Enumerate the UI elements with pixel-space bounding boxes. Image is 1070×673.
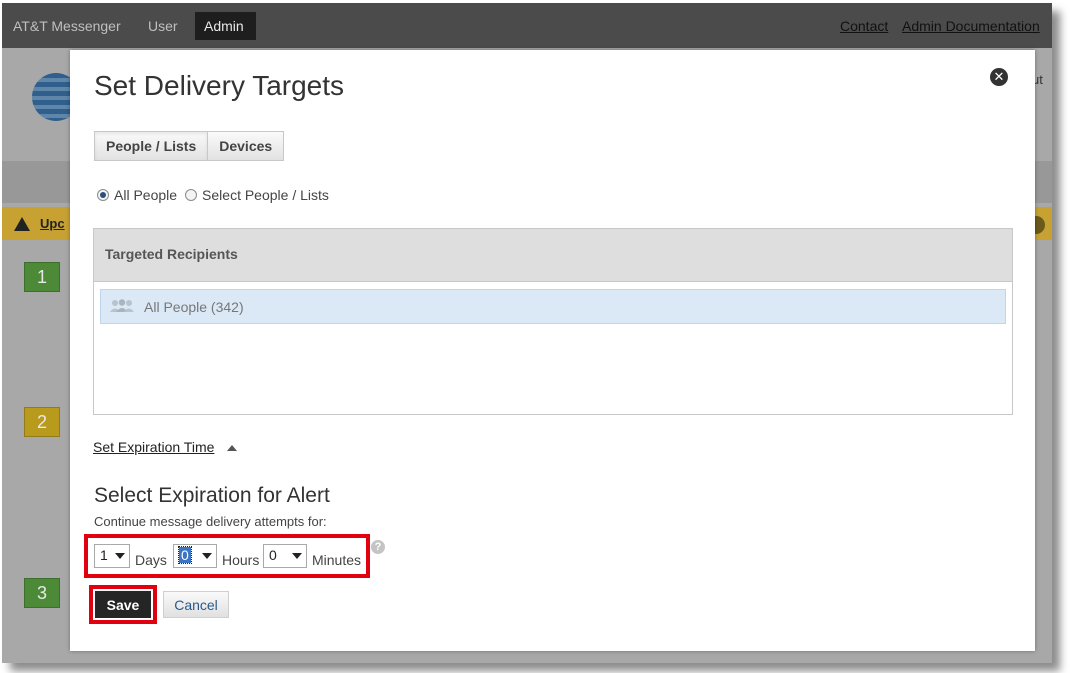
chevron-down-icon [202,553,212,559]
hours-value: 0 [178,546,192,564]
contact-link[interactable]: Contact [840,18,888,34]
targeted-recipients-panel: Targeted Recipients All People (342) [93,228,1013,415]
tab-people-lists[interactable]: People / Lists [95,132,209,160]
tab-devices[interactable]: Devices [208,132,284,160]
hours-label: Hours [222,552,260,568]
question-icon[interactable]: ? [371,540,385,554]
app-window: AT&T Messenger User Admin Contact Admin … [2,3,1052,663]
people-group-icon [110,299,134,312]
recipient-label: All People (342) [144,299,244,315]
days-label: Days [135,552,167,568]
minutes-select[interactable]: 0 [263,544,307,568]
target-tabs: People / Lists Devices [94,131,285,161]
chevron-down-icon [292,553,302,559]
recipient-scope-radios: All People Select People / Lists [97,187,337,203]
all-people-radio[interactable] [97,189,109,201]
chevron-down-icon [115,553,125,559]
cancel-button[interactable]: Cancel [163,591,229,618]
caret-up-icon[interactable] [227,445,237,451]
step-badge-2: 2 [24,407,60,437]
top-nav-bar: AT&T Messenger User Admin Contact Admin … [2,3,1052,48]
select-people-lists-radio[interactable] [185,189,198,201]
minutes-label: Minutes [312,552,362,568]
nav-admin-link[interactable]: Admin [195,12,256,40]
select-people-lists-radio-label[interactable]: Select People / Lists [202,187,329,203]
dialog-title: Set Delivery Targets [94,70,345,101]
hours-select[interactable]: 0 [173,544,217,568]
admin-documentation-link[interactable]: Admin Documentation [902,18,1040,34]
expiration-heading: Select Expiration for Alert [94,484,330,507]
nav-user-link[interactable]: User [148,18,178,34]
step-badge-3: 3 [24,578,60,608]
expiration-subtext: Continue message delivery attempts for: [94,514,327,529]
save-button[interactable]: Save [95,591,151,618]
upcoming-alert-link: Upc [40,216,65,231]
minutes-value: 0 [269,547,277,563]
step-badge-1: 1 [24,262,60,292]
recipient-list-item[interactable]: All People (342) [100,289,1006,324]
warning-icon [14,217,30,231]
close-icon[interactable]: ✕ [990,68,1008,86]
days-value: 1 [100,547,108,563]
set-expiration-time-toggle[interactable]: Set Expiration Time [93,439,214,455]
targeted-recipients-header: Targeted Recipients [94,229,1012,282]
set-delivery-targets-dialog: Set Delivery Targets ✕ People / Lists De… [70,50,1035,651]
app-name-link[interactable]: AT&T Messenger [13,18,121,34]
all-people-radio-label[interactable]: All People [114,187,177,203]
days-select[interactable]: 1 [94,544,130,568]
